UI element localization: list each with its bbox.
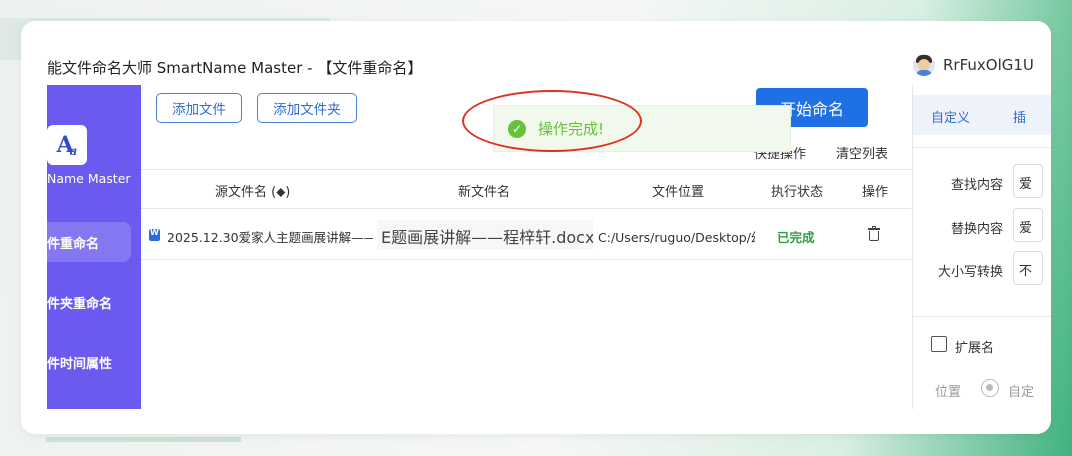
trash-icon[interactable] [868, 226, 880, 241]
add-folder-button[interactable]: 添加文件夹 [257, 93, 357, 123]
annotation-ellipse [462, 90, 642, 152]
source-filename: 2025.12.30爱家人主题画展讲解——程梓轩.docx [167, 230, 373, 245]
username: RrFuxOlG1U [943, 56, 1034, 74]
new-filename[interactable]: E题画展讲解——程梓轩.docx [377, 220, 593, 250]
extension-label: 扩展名 [955, 341, 995, 356]
sidebar: Aa Name Master 件重命名 件夹重命名 件时间属性 [47, 85, 141, 409]
word-file-icon [149, 228, 160, 241]
extension-checkbox[interactable] [931, 336, 947, 352]
add-file-button[interactable]: 添加文件 [156, 93, 242, 123]
sidebar-item-label: 件时间属性 [47, 356, 113, 372]
sidebar-item-label: 件夹重命名 [47, 296, 113, 312]
column-header-source[interactable]: 源文件名 (⬥) [215, 181, 290, 200]
column-header-action: 操作 [862, 185, 889, 200]
position-radio[interactable] [981, 379, 999, 397]
app-window: 能文件命名大师 SmartName Master - 【文件重命名】 RrFux… [21, 21, 1051, 434]
case-label: 大小写转换 [937, 265, 1003, 280]
sidebar-item-file-rename[interactable]: 件重命名 [47, 222, 131, 262]
sidebar-item-label: 件重命名 [47, 236, 100, 252]
column-header-status: 执行状态 [771, 185, 824, 200]
replace-label: 替换内容 [950, 222, 1003, 237]
tab-custom[interactable]: 自定义 [931, 107, 970, 126]
file-location: C:/Users/ruguo/Desktop/幻 [598, 230, 755, 245]
replace-options: 查找内容 爱 替换内容 爱 大小写转换 不 [913, 147, 1051, 317]
clear-list-link[interactable]: 清空列表 [836, 143, 888, 162]
tab-insert[interactable]: 插 [1013, 107, 1026, 126]
status-badge: 已完成 [777, 230, 815, 245]
settings-tabs: 自定义 插 [913, 95, 1051, 135]
settings-panel: 自定义 插 查找内容 爱 替换内容 爱 大小写转换 不 扩展名 位置 自定 [912, 85, 1051, 409]
replace-input[interactable]: 爱 [1013, 208, 1043, 242]
find-label: 查找内容 [950, 178, 1003, 193]
position-option-label: 自定 [1008, 385, 1035, 400]
position-label: 位置 [935, 385, 962, 400]
app-name: Name Master [47, 171, 131, 186]
column-header-new-name: 新文件名 [458, 185, 511, 200]
window-title: 能文件命名大师 SmartName Master - 【文件重命名】 [47, 59, 423, 77]
table-row[interactable]: 2025.12.30爱家人主题画展讲解——程梓轩.docx E题画展讲解——程梓… [141, 210, 911, 260]
find-input[interactable]: 爱 [1013, 164, 1043, 198]
sidebar-item-file-time[interactable]: 件时间属性 [47, 342, 131, 382]
user-info[interactable]: RrFuxOlG1U [913, 54, 1034, 76]
background-bottom-strip [46, 437, 241, 442]
app-logo-icon: Aa [47, 125, 87, 165]
column-header-location: 文件位置 [652, 185, 705, 200]
title-bar: 能文件命名大师 SmartName Master - 【文件重命名】 RrFux… [21, 21, 1051, 85]
avatar[interactable] [913, 54, 935, 76]
case-select[interactable]: 不 [1013, 251, 1043, 285]
sidebar-item-folder-rename[interactable]: 件夹重命名 [47, 282, 131, 322]
table-header: 源文件名 (⬥) 新文件名 文件位置 执行状态 操作 [141, 169, 911, 209]
